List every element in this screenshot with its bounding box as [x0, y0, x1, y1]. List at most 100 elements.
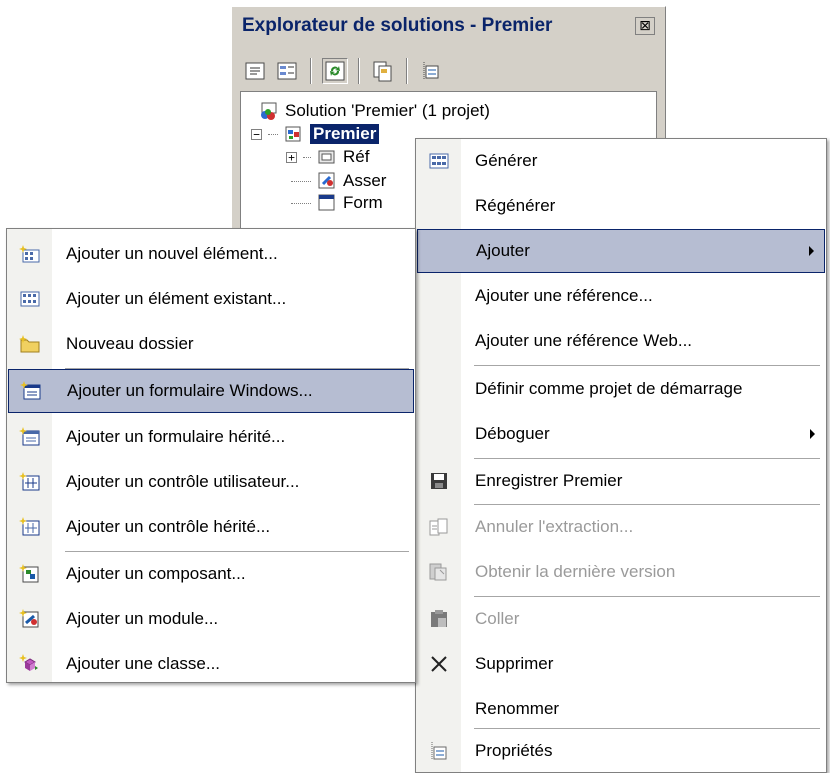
tree-connector — [303, 156, 311, 158]
menu-item-label: Renommer — [475, 699, 560, 718]
new-item-icon — [8, 232, 52, 276]
tree-node-solution[interactable]: Solution 'Premier' (1 projet) — [259, 100, 490, 122]
menu-separator — [474, 365, 820, 366]
show-all-files-icon[interactable] — [274, 58, 300, 84]
module-icon — [8, 597, 52, 641]
menu-item-label: Nouveau dossier — [66, 334, 194, 353]
tree-node-label: Premier — [310, 124, 380, 144]
menu-item-label: Ajouter un contrôle hérité... — [66, 517, 271, 536]
menu-item-add-class[interactable]: Ajouter une classe... — [8, 642, 414, 686]
explorer-title: Explorateur de solutions - Premier — [242, 15, 553, 36]
tree-node-project[interactable]: − Premier — [251, 123, 380, 145]
class-icon — [8, 642, 52, 686]
toolbar-separator — [310, 58, 312, 84]
menu-item-add-windows-form[interactable]: Ajouter un formulaire Windows... — [8, 369, 414, 413]
view-designer-icon[interactable] — [418, 58, 444, 84]
menu-item-properties[interactable]: Propriétés — [417, 729, 825, 773]
windows-form-icon — [9, 369, 53, 413]
refresh-icon[interactable] — [322, 58, 348, 84]
menu-item-get-latest[interactable]: Obtenir la dernière version — [417, 550, 825, 594]
add-submenu: Ajouter un nouvel élément... Ajouter un … — [6, 228, 416, 683]
existing-item-icon — [8, 277, 52, 321]
menu-item-add-module[interactable]: Ajouter un module... — [8, 597, 414, 641]
menu-item-label: Propriétés — [475, 741, 553, 760]
menu-item-label: Ajouter un composant... — [66, 564, 246, 583]
menu-item-add-component[interactable]: Ajouter un composant... — [8, 552, 414, 596]
menu-item-label: Générer — [475, 151, 538, 170]
menu-item-undo-checkout[interactable]: Annuler l'extraction... — [417, 505, 825, 549]
menu-item-add[interactable]: Ajouter — [417, 229, 825, 273]
tree-node-label: Asser — [343, 171, 387, 190]
collapse-icon[interactable]: − — [251, 128, 262, 140]
close-icon[interactable]: ⊠ — [635, 17, 655, 35]
undo-checkout-icon — [417, 505, 461, 549]
menu-item-label: Ajouter un formulaire hérité... — [66, 427, 286, 446]
menu-item-set-startup[interactable]: Définir comme projet de démarrage — [417, 367, 825, 411]
menu-item-add-user-control[interactable]: Ajouter un contrôle utilisateur... — [8, 460, 414, 504]
menu-item-rebuild[interactable]: Régénérer — [417, 184, 825, 228]
menu-item-label: Coller — [475, 609, 520, 628]
menu-item-label: Obtenir la dernière version — [475, 562, 676, 581]
tree-connector — [268, 133, 278, 135]
explorer-titlebar: Explorateur de solutions - Premier ⊠ — [234, 9, 663, 43]
build-icon — [417, 139, 461, 183]
menu-item-label: Ajouter une référence Web... — [475, 331, 693, 350]
menu-item-label: Ajouter un élément existant... — [66, 289, 287, 308]
view-code-icon[interactable] — [370, 58, 396, 84]
expand-icon[interactable]: + — [286, 151, 297, 163]
menu-item-label: Ajouter un module... — [66, 609, 219, 628]
tree-node-assembly[interactable]: Asser — [291, 170, 386, 192]
inherited-control-icon — [8, 505, 52, 549]
menu-item-debug[interactable]: Déboguer — [417, 412, 825, 456]
references-icon — [317, 148, 337, 166]
toolbar-separator — [358, 58, 360, 84]
properties-icon — [417, 729, 461, 773]
tree-connector — [291, 202, 311, 204]
save-icon — [417, 459, 461, 503]
tree-node-label: Form — [343, 193, 383, 212]
project-context-menu: Générer Régénérer Ajouter Ajouter une ré… — [415, 138, 827, 773]
explorer-toolbar — [242, 51, 444, 91]
tree-node-form[interactable]: Form — [291, 192, 383, 214]
properties-icon[interactable] — [242, 58, 268, 84]
module-icon — [317, 171, 337, 191]
menu-item-new-folder[interactable]: Nouveau dossier — [8, 322, 414, 366]
menu-item-build[interactable]: Générer — [417, 139, 825, 183]
menu-item-save[interactable]: Enregistrer Premier — [417, 459, 825, 503]
toolbar-separator — [406, 58, 408, 84]
paste-icon — [417, 597, 461, 641]
submenu-arrow-icon — [810, 429, 815, 439]
menu-item-delete[interactable]: Supprimer — [417, 642, 825, 686]
menu-item-add-reference[interactable]: Ajouter une référence... — [417, 274, 825, 318]
menu-item-add-web-reference[interactable]: Ajouter une référence Web... — [417, 319, 825, 363]
menu-item-label: Ajouter un formulaire Windows... — [67, 381, 313, 400]
menu-item-label: Régénérer — [475, 196, 556, 215]
windows-form-icon — [317, 193, 337, 213]
menu-item-rename[interactable]: Renommer — [417, 687, 825, 731]
menu-item-label: Supprimer — [475, 654, 554, 673]
tree-node-references[interactable]: + Réf — [286, 146, 369, 168]
inherited-form-icon — [8, 415, 52, 459]
new-folder-icon — [8, 322, 52, 366]
menu-item-label: Déboguer — [475, 424, 550, 443]
menu-item-add-inherited-form[interactable]: Ajouter un formulaire hérité... — [8, 415, 414, 459]
menu-item-new-item[interactable]: Ajouter un nouvel élément... — [8, 232, 414, 276]
delete-icon — [417, 642, 461, 686]
menu-item-label: Définir comme projet de démarrage — [475, 379, 743, 398]
tree-node-label: Réf — [343, 147, 370, 166]
menu-item-add-inherited-control[interactable]: Ajouter un contrôle hérité... — [8, 505, 414, 549]
menu-item-paste[interactable]: Coller — [417, 597, 825, 641]
tree-node-label: Solution 'Premier' (1 projet) — [285, 101, 490, 120]
menu-item-label: Ajouter un contrôle utilisateur... — [66, 472, 300, 491]
get-latest-icon — [417, 550, 461, 594]
menu-item-label: Ajouter une référence... — [475, 286, 653, 305]
menu-item-label: Enregistrer Premier — [475, 471, 623, 490]
solution-icon — [259, 102, 279, 120]
menu-item-existing-item[interactable]: Ajouter un élément existant... — [8, 277, 414, 321]
tree-connector — [291, 180, 311, 182]
menu-item-label: Ajouter une classe... — [66, 654, 221, 673]
submenu-arrow-icon — [809, 246, 814, 256]
menu-item-label: Annuler l'extraction... — [475, 517, 634, 536]
menu-item-label: Ajouter un nouvel élément... — [66, 244, 278, 263]
project-icon — [284, 124, 304, 144]
